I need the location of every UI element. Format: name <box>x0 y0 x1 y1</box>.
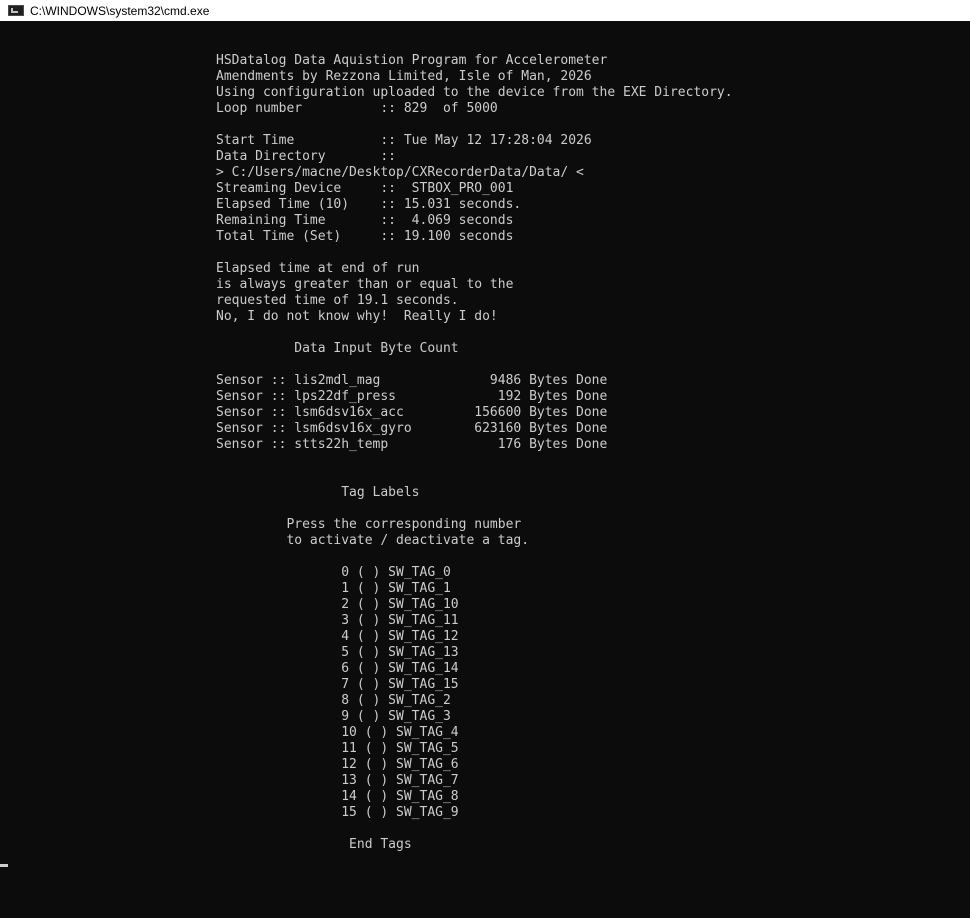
console-line: HSDatalog Data Aquistion Program for Acc… <box>216 53 608 68</box>
text-cursor <box>0 864 8 867</box>
tag-line: 5 ( ) SW_TAG_13 <box>216 645 459 660</box>
sensor-line: Sensor :: lps22df_press 192 Bytes Done <box>216 389 608 404</box>
data-directory-line: Data Directory :: <box>216 149 397 164</box>
tag-line: 7 ( ) SW_TAG_15 <box>216 677 459 692</box>
tag-line: 13 ( ) SW_TAG_7 <box>216 773 459 788</box>
total-time-line: Total Time (Set) :: 19.100 seconds <box>216 229 514 244</box>
sensor-line: Sensor :: lis2mdl_mag 9486 Bytes Done <box>216 373 608 388</box>
streaming-device-line: Streaming Device :: STBOX_PRO_001 <box>216 181 514 196</box>
sensor-line: Sensor :: stts22h_temp 176 Bytes Done <box>216 437 608 452</box>
tag-line: 12 ( ) SW_TAG_6 <box>216 757 459 772</box>
loop-number-line: Loop number :: 829 of 5000 <box>216 101 498 116</box>
start-time-line: Start Time :: Tue May 12 17:28:04 2026 <box>216 133 592 148</box>
tag-line: 11 ( ) SW_TAG_5 <box>216 741 459 756</box>
console-line: requested time of 19.1 seconds. <box>216 293 459 308</box>
sensor-line: Sensor :: lsm6dsv16x_acc 156600 Bytes Do… <box>216 405 608 420</box>
end-tags-line: End Tags <box>216 837 412 852</box>
cmd-window: C:\WINDOWS\system32\cmd.exe HSDatalog Da… <box>0 0 970 918</box>
sensor-line: Sensor :: lsm6dsv16x_gyro 623160 Bytes D… <box>216 421 608 436</box>
tag-instructions: to activate / deactivate a tag. <box>216 533 530 548</box>
remaining-time-line: Remaining Time :: 4.069 seconds <box>216 213 514 228</box>
tag-line: 15 ( ) SW_TAG_9 <box>216 805 459 820</box>
title-bar[interactable]: C:\WINDOWS\system32\cmd.exe <box>0 0 970 21</box>
window-title: C:\WINDOWS\system32\cmd.exe <box>30 3 210 18</box>
tag-labels-heading: Tag Labels <box>216 485 420 500</box>
console-line: Amendments by Rezzona Limited, Isle of M… <box>216 69 592 84</box>
console-line: Using configuration uploaded to the devi… <box>216 85 733 100</box>
console-line: Elapsed time at end of run <box>216 261 420 276</box>
elapsed-time-line: Elapsed Time (10) :: 15.031 seconds. <box>216 197 522 212</box>
tag-line: 14 ( ) SW_TAG_8 <box>216 789 459 804</box>
tag-line: 8 ( ) SW_TAG_2 <box>216 693 451 708</box>
tag-line: 4 ( ) SW_TAG_12 <box>216 629 459 644</box>
tag-line: 0 ( ) SW_TAG_0 <box>216 565 451 580</box>
byte-count-heading: Data Input Byte Count <box>216 341 459 356</box>
tag-line: 6 ( ) SW_TAG_14 <box>216 661 459 676</box>
console-line: No, I do not know why! Really I do! <box>216 309 498 324</box>
tag-instructions: Press the corresponding number <box>216 517 522 532</box>
console-line: is always greater than or equal to the <box>216 277 514 292</box>
tag-line: 1 ( ) SW_TAG_1 <box>216 581 451 596</box>
tag-line: 9 ( ) SW_TAG_3 <box>216 709 451 724</box>
tag-line: 10 ( ) SW_TAG_4 <box>216 725 459 740</box>
data-directory-path: > C:/Users/macne/Desktop/CXRecorderData/… <box>216 165 584 180</box>
tag-line: 2 ( ) SW_TAG_10 <box>216 597 459 612</box>
tag-line: 3 ( ) SW_TAG_11 <box>216 613 459 628</box>
console-output[interactable]: HSDatalog Data Aquistion Program for Acc… <box>0 21 970 918</box>
cmd-console-icon <box>8 5 24 16</box>
